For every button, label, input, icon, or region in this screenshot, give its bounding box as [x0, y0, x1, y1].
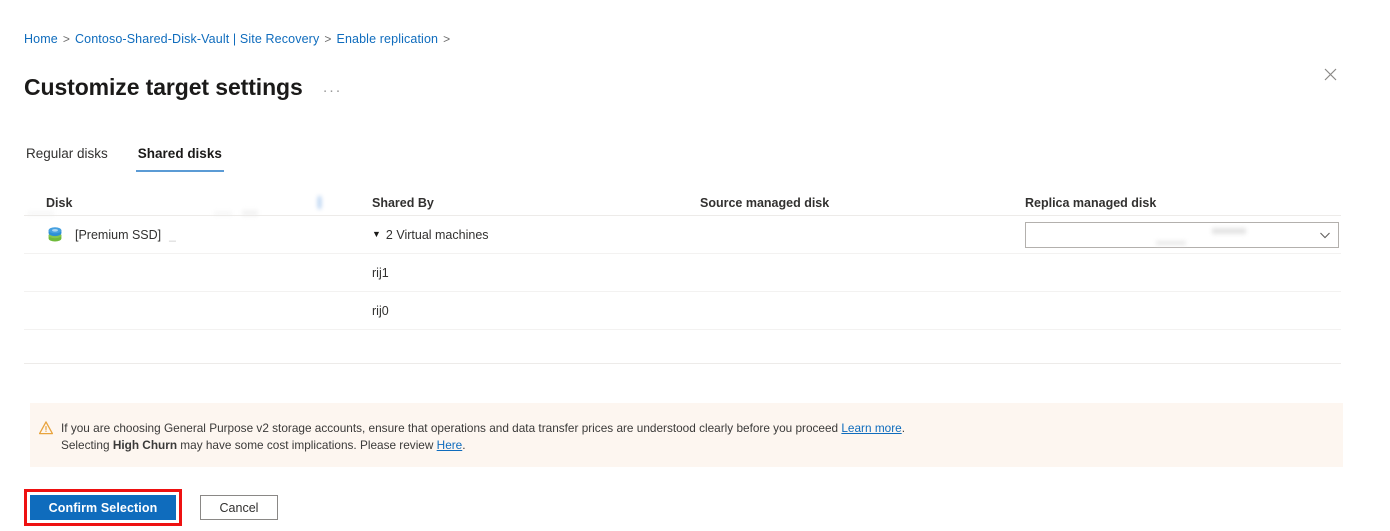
warning-banner: If you are choosing General Purpose v2 s… [30, 403, 1343, 467]
here-link[interactable]: Here [437, 438, 463, 452]
redaction-smudge [1156, 240, 1186, 245]
warning-line-2-middle: may have some cost implications. Please … [177, 437, 437, 452]
column-header-replica-managed-disk: Replica managed disk [1025, 195, 1157, 210]
redaction-smudge [28, 212, 54, 215]
tab-regular-disks[interactable]: Regular disks [24, 145, 110, 172]
redaction-smudge [318, 196, 321, 209]
redaction-smudge [242, 210, 258, 216]
cell-shared-by: rij0 [372, 303, 389, 318]
cell-shared-by[interactable]: ▼ 2 Virtual machines [372, 216, 700, 253]
breadcrumb-item-home[interactable]: Home [24, 32, 58, 46]
title-row: Customize target settings ··· [24, 57, 346, 118]
chevron-down-icon [1320, 232, 1330, 238]
table-row[interactable]: rij1 [24, 254, 1341, 292]
confirm-selection-button[interactable]: Confirm Selection [30, 495, 176, 520]
warning-line-2-bold: High Churn [112, 437, 178, 452]
more-options-button[interactable]: ··· [319, 80, 346, 101]
cell-replica-managed-disk [1025, 216, 1341, 253]
disk-name-suffix: _ [169, 227, 176, 242]
confirm-selection-highlight-box: Confirm Selection [24, 489, 182, 526]
cell-source-managed-disk [700, 254, 1025, 291]
column-header-source-managed-disk: Source managed disk [700, 195, 830, 210]
cell-shared-by: rij1 [372, 265, 389, 280]
shared-by-count: 2 Virtual machines [385, 227, 489, 242]
breadcrumb-item-vault[interactable]: Contoso-Shared-Disk-Vault | Site Recover… [75, 32, 319, 46]
cancel-button[interactable]: Cancel [200, 495, 278, 520]
shared-disks-table: Disk Shared By Source managed disk Repli… [24, 190, 1341, 330]
replica-managed-disk-dropdown[interactable] [1025, 221, 1339, 248]
cell-replica-managed-disk [1025, 254, 1341, 291]
breadcrumb-separator: > [62, 32, 70, 46]
close-icon[interactable] [1318, 62, 1342, 86]
table-row[interactable]: rij0 [24, 292, 1341, 330]
cell-source-managed-disk [28, 196, 1025, 253]
breadcrumb-item-enable-replication[interactable]: Enable replication [336, 32, 438, 46]
learn-more-link[interactable]: Learn more [841, 421, 901, 435]
breadcrumb-separator: > [324, 32, 332, 46]
warning-line-1-tail: . [901, 421, 905, 435]
cell-replica-managed-disk [1025, 292, 1341, 329]
cell-disk [24, 254, 372, 291]
tab-shared-disks[interactable]: Shared disks [135, 145, 224, 172]
section-divider [24, 363, 1341, 364]
warning-line-2: Selecting High Churn may have some cost … [61, 437, 905, 454]
disk-type-tabs: Regular disks Shared disks [24, 145, 224, 172]
warning-line-1: If you are choosing General Purpose v2 s… [61, 420, 905, 437]
warning-line-2-tail: . [462, 437, 466, 452]
expand-collapse-caret-icon[interactable]: ▼ [372, 226, 381, 242]
page-title: Customize target settings [24, 74, 303, 101]
warning-triangle-icon [39, 421, 53, 435]
disk-name: [Premium SSD] [75, 227, 162, 242]
cell-disk: [Premium SSD] _ [24, 216, 372, 253]
breadcrumb: Home > Contoso-Shared-Disk-Vault | Site Re… [24, 31, 455, 47]
redaction-smudge [214, 212, 232, 215]
warning-line-1-text: If you are choosing General Purpose v2 s… [61, 421, 842, 435]
blade-footer: Confirm Selection Cancel [24, 489, 278, 526]
warning-line-2-text: Selecting [61, 437, 113, 452]
redaction-smudge [1212, 227, 1246, 234]
warning-text: If you are choosing General Purpose v2 s… [61, 420, 905, 453]
cell-disk [24, 292, 372, 329]
cell-source-managed-disk [700, 292, 1025, 329]
table-row[interactable]: [Premium SSD] _ ▼ 2 Virtual machines [24, 196, 1341, 254]
managed-disk-icon [48, 226, 62, 241]
breadcrumb-separator-trailing: > [443, 32, 451, 46]
source-managed-disk-value [700, 216, 1025, 253]
column-header-shared-by: Shared By [372, 195, 434, 210]
customize-target-settings-blade: Home > Contoso-Shared-Disk-Vault | Site Re… [0, 0, 1390, 531]
